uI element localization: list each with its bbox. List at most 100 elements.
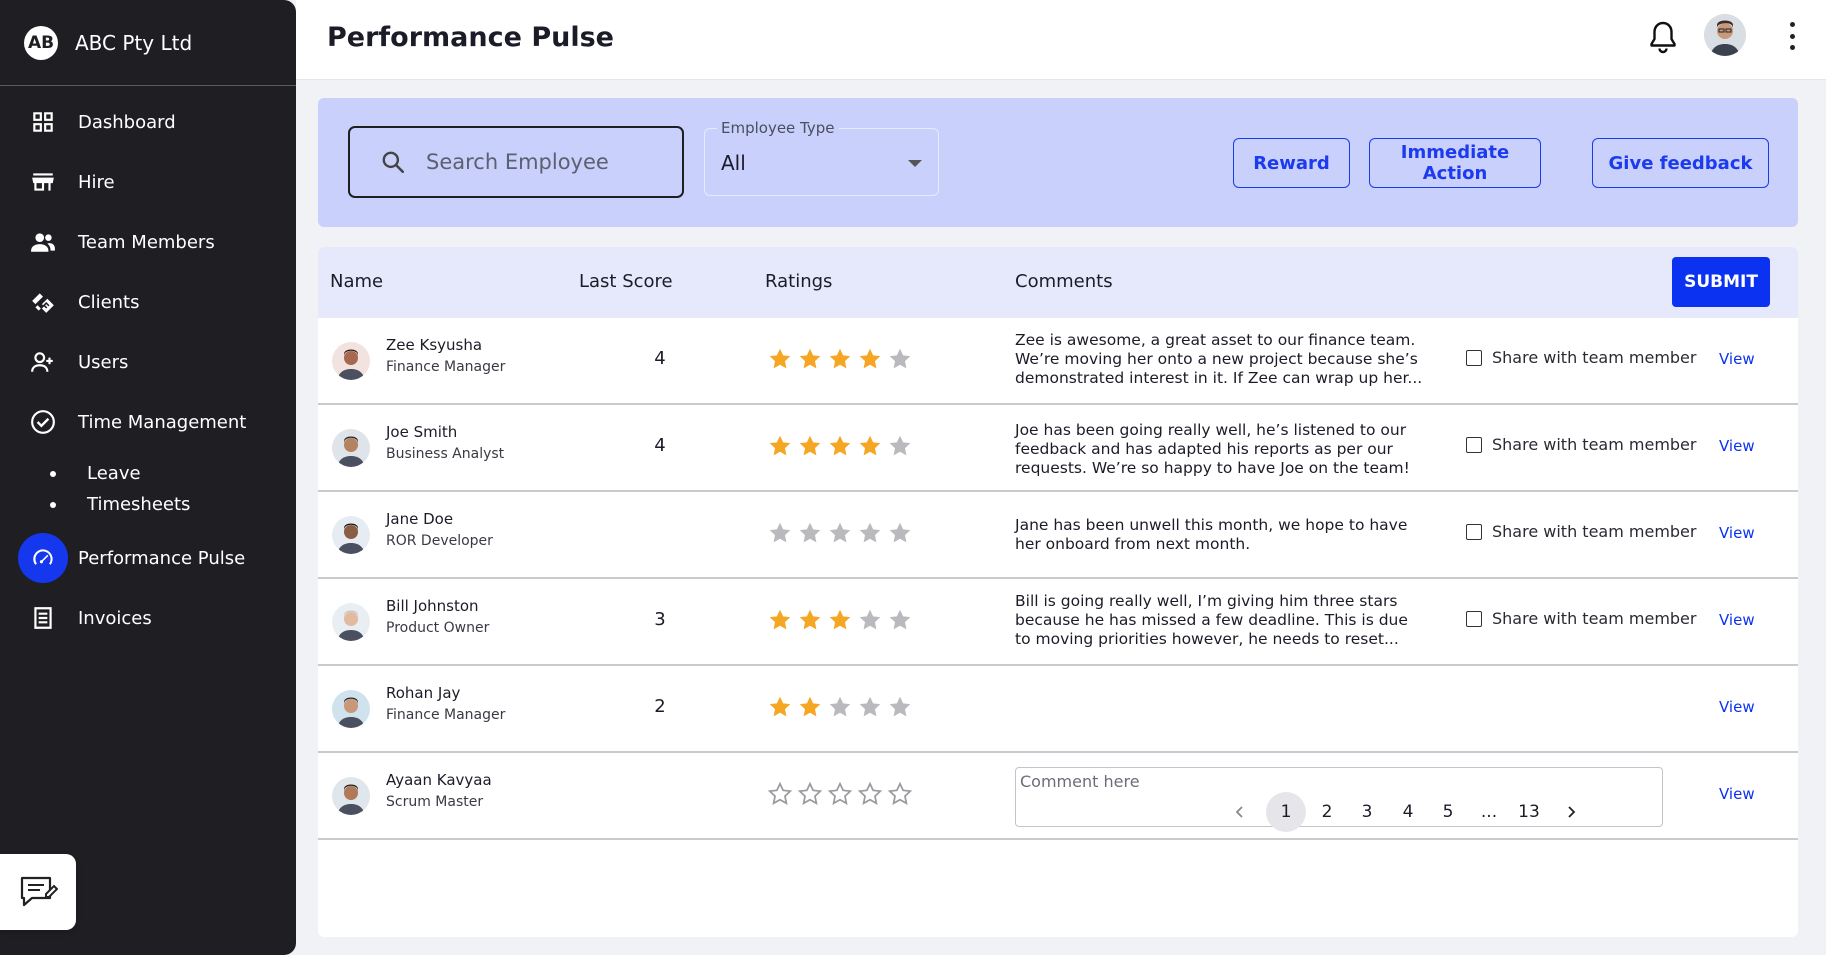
- store-icon: [28, 167, 58, 197]
- star-filled-icon[interactable]: [797, 346, 823, 372]
- share-checkbox[interactable]: Share with team member: [1466, 522, 1696, 541]
- message-edit-icon: [20, 876, 58, 907]
- star-empty-icon[interactable]: [887, 694, 913, 720]
- page-number[interactable]: ...: [1469, 792, 1509, 832]
- more-options-icon[interactable]: [1785, 20, 1799, 52]
- star-rating[interactable]: [767, 346, 913, 372]
- gauge-icon: [18, 533, 68, 583]
- next-page-button[interactable]: [1551, 792, 1591, 832]
- star-filled-icon[interactable]: [827, 346, 853, 372]
- employee-avatar: [332, 516, 370, 554]
- immediate-action-button[interactable]: Immediate Action: [1369, 138, 1541, 188]
- star-filled-icon[interactable]: [767, 607, 793, 633]
- sidebar-item-dashboard[interactable]: Dashboard: [0, 92, 296, 152]
- check-circle-icon: [28, 407, 58, 437]
- sidebar-subitem-label: Timesheets: [87, 494, 191, 515]
- star-empty-icon[interactable]: [827, 520, 853, 546]
- view-link[interactable]: View: [1719, 698, 1755, 716]
- checkbox-icon[interactable]: [1466, 523, 1482, 540]
- view-link[interactable]: View: [1719, 524, 1755, 542]
- sidebar-item-label: Clients: [78, 291, 140, 313]
- sidebar-item-time-management[interactable]: Time Management: [0, 392, 296, 452]
- notification-bell-icon[interactable]: [1648, 20, 1678, 54]
- star-rating[interactable]: [767, 607, 913, 633]
- checkbox-icon[interactable]: [1466, 610, 1482, 627]
- star-filled-icon[interactable]: [797, 607, 823, 633]
- star-empty-icon[interactable]: [857, 694, 883, 720]
- star-filled-icon[interactable]: [827, 433, 853, 459]
- page-number[interactable]: 2: [1307, 792, 1347, 832]
- employee-role: ROR Developer: [386, 533, 493, 549]
- employee-avatar: [332, 603, 370, 641]
- reward-button[interactable]: Reward: [1233, 138, 1350, 188]
- star-empty-icon[interactable]: [857, 520, 883, 546]
- share-checkbox[interactable]: Share with team member: [1466, 348, 1696, 367]
- share-checkbox[interactable]: Share with team member: [1466, 609, 1696, 628]
- give-feedback-button[interactable]: Give feedback: [1592, 138, 1769, 188]
- star-filled-icon[interactable]: [797, 694, 823, 720]
- page-number[interactable]: 1: [1266, 792, 1306, 832]
- prev-page-button[interactable]: [1220, 792, 1260, 832]
- page-number[interactable]: 3: [1347, 792, 1387, 832]
- star-filled-icon[interactable]: [767, 346, 793, 372]
- user-avatar[interactable]: [1704, 14, 1746, 56]
- star-rating[interactable]: [767, 694, 913, 720]
- performance-table: Name Last Score Ratings Comments SUBMIT …: [318, 247, 1798, 937]
- employee-name: Joe Smith: [386, 423, 458, 441]
- sidebar-subitem-leave[interactable]: Leave: [0, 458, 296, 489]
- share-checkbox[interactable]: Share with team member: [1466, 435, 1696, 454]
- checkbox-icon[interactable]: [1466, 349, 1482, 366]
- sidebar-item-label: Performance Pulse: [78, 547, 246, 569]
- star-filled-icon[interactable]: [827, 607, 853, 633]
- sidebar-item-label: Team Members: [78, 231, 215, 253]
- page-title: Performance Pulse: [327, 22, 614, 53]
- table-row: Jane Doe ROR Developer Jane has been unwel…: [318, 492, 1798, 579]
- star-filled-icon[interactable]: [857, 433, 883, 459]
- search-icon: [382, 151, 405, 174]
- sidebar-item-clients[interactable]: Clients: [0, 272, 296, 332]
- star-filled-icon[interactable]: [857, 346, 883, 372]
- checkbox-icon[interactable]: [1466, 436, 1482, 453]
- search-field[interactable]: [348, 126, 684, 198]
- star-rating[interactable]: [767, 520, 913, 546]
- bullet-icon: [50, 470, 56, 477]
- sidebar-item-performance-pulse[interactable]: Performance Pulse: [0, 528, 296, 588]
- sidebar-nav: Dashboard Hire Team Members Clients User…: [0, 86, 296, 648]
- star-empty-icon[interactable]: [767, 520, 793, 546]
- star-filled-icon[interactable]: [797, 433, 823, 459]
- dropdown-caret-icon: [908, 160, 922, 167]
- view-link[interactable]: View: [1719, 350, 1755, 368]
- employee-name: Zee Ksyusha: [386, 336, 483, 354]
- star-filled-icon[interactable]: [767, 694, 793, 720]
- feedback-chat-button[interactable]: [0, 854, 76, 930]
- submit-button[interactable]: SUBMIT: [1672, 257, 1770, 307]
- search-input[interactable]: [426, 150, 666, 174]
- star-empty-icon[interactable]: [827, 694, 853, 720]
- page-number[interactable]: 4: [1388, 792, 1428, 832]
- view-link[interactable]: View: [1719, 611, 1755, 629]
- sidebar-item-hire[interactable]: Hire: [0, 152, 296, 212]
- sidebar-subitem-timesheets[interactable]: Timesheets: [0, 489, 296, 520]
- sidebar-item-users[interactable]: Users: [0, 332, 296, 392]
- page-number[interactable]: 5: [1428, 792, 1468, 832]
- sidebar: AB ABC Pty Ltd Dashboard Hire Team Membe…: [0, 0, 296, 955]
- star-empty-icon[interactable]: [887, 520, 913, 546]
- sidebar-item-invoices[interactable]: Invoices: [0, 588, 296, 648]
- comment-text: Bill is going really well, I’m giving hi…: [1015, 592, 1408, 648]
- star-empty-icon[interactable]: [857, 607, 883, 633]
- star-empty-icon[interactable]: [887, 433, 913, 459]
- company-name: ABC Pty Ltd: [75, 30, 193, 55]
- company-logo: AB: [24, 25, 58, 60]
- employee-type-select[interactable]: Employee Type All: [704, 119, 939, 196]
- sidebar-item-label: Time Management: [78, 411, 247, 433]
- dashboard-icon: [28, 107, 58, 137]
- star-empty-icon[interactable]: [797, 520, 823, 546]
- star-rating[interactable]: [767, 433, 913, 459]
- pagination: 1 2 3 4 5... 13: [318, 792, 1798, 832]
- page-number[interactable]: 13: [1509, 792, 1549, 832]
- sidebar-item-team-members[interactable]: Team Members: [0, 212, 296, 272]
- star-empty-icon[interactable]: [887, 346, 913, 372]
- view-link[interactable]: View: [1719, 437, 1755, 455]
- star-empty-icon[interactable]: [887, 607, 913, 633]
- star-filled-icon[interactable]: [767, 433, 793, 459]
